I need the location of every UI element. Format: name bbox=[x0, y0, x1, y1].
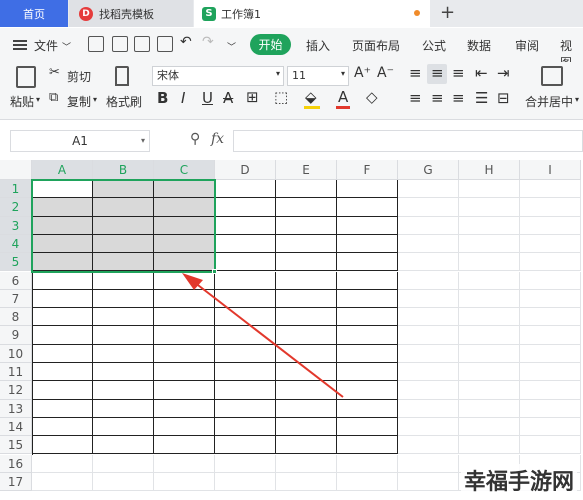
annotation-arrow bbox=[182, 273, 344, 398]
watermark: 幸福手游网 bbox=[460, 464, 577, 496]
arrow-line bbox=[193, 281, 344, 398]
